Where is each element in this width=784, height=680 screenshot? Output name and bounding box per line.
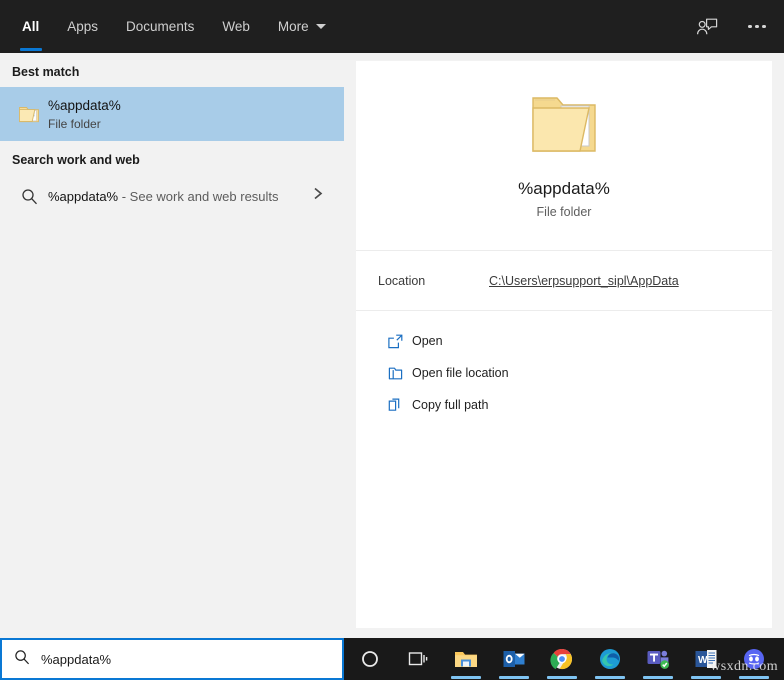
- web-result-suffix: - See work and web results: [118, 189, 278, 204]
- running-indicator: [451, 676, 481, 679]
- taskbar-outlook[interactable]: [490, 638, 538, 680]
- taskbar-teams[interactable]: [634, 638, 682, 680]
- action-open-label: Open: [412, 334, 443, 348]
- best-match-heading: Best match: [0, 53, 344, 87]
- tab-all[interactable]: All: [8, 7, 53, 45]
- svg-text:W: W: [698, 655, 708, 666]
- action-copy-full-path-label: Copy full path: [412, 398, 488, 412]
- tab-active-underline: [20, 48, 42, 51]
- running-indicator: [499, 676, 529, 679]
- result-item-title: %appdata%: [48, 97, 121, 114]
- action-open-file-location-label: Open file location: [412, 366, 509, 380]
- open-external-icon: [378, 333, 412, 350]
- search-flyout: All Apps Documents Web More: [0, 0, 784, 638]
- watermark: wsxdn.com: [710, 659, 778, 675]
- search-header: All Apps Documents Web More: [0, 0, 784, 53]
- chrome-icon: [550, 647, 574, 671]
- ellipsis-icon: [748, 25, 766, 29]
- action-open[interactable]: Open: [356, 325, 772, 357]
- search-icon: [10, 188, 48, 205]
- action-list: Open Open file location: [356, 311, 772, 421]
- search-filter-tabs: All Apps Documents Web More: [8, 0, 340, 53]
- tab-documents-label: Documents: [126, 19, 194, 34]
- running-indicator: [595, 676, 625, 679]
- running-indicator: [691, 676, 721, 679]
- person-feedback-icon: [696, 17, 718, 37]
- action-open-file-location[interactable]: Open file location: [356, 357, 772, 389]
- tab-all-label: All: [22, 19, 39, 34]
- result-item-appdata[interactable]: %appdata% File folder: [0, 87, 344, 141]
- running-indicator: [643, 676, 673, 679]
- tab-more[interactable]: More: [264, 7, 340, 45]
- web-result-query: %appdata%: [48, 189, 118, 204]
- location-label: Location: [378, 274, 489, 288]
- taskbar-cortana[interactable]: [346, 638, 394, 680]
- taskbar-edge[interactable]: [586, 638, 634, 680]
- search-icon: [14, 649, 30, 670]
- file-explorer-icon: [453, 648, 479, 670]
- location-row: Location C:\Users\erpsupport_sipl\AppDat…: [356, 251, 772, 310]
- edge-icon: [598, 647, 622, 671]
- cortana-icon: [360, 649, 380, 669]
- large-folder-icon: [356, 83, 772, 165]
- copy-icon: [378, 397, 412, 414]
- search-input-value: %appdata%: [41, 652, 111, 667]
- web-result-item[interactable]: %appdata% - See work and web results: [0, 175, 344, 217]
- tab-web[interactable]: Web: [208, 7, 264, 45]
- running-indicator: [739, 676, 769, 679]
- preview-title: %appdata%: [356, 179, 772, 199]
- open-folder-icon: [378, 365, 412, 382]
- tab-apps-label: Apps: [67, 19, 98, 34]
- header-actions: [690, 0, 774, 53]
- preview-panel: %appdata% File folder Location C:\Users\…: [356, 61, 772, 628]
- result-item-subtitle: File folder: [48, 116, 121, 132]
- taskbar-chrome[interactable]: [538, 638, 586, 680]
- preview-hero: %appdata% File folder: [356, 61, 772, 219]
- chevron-right-icon: [313, 187, 324, 206]
- taskbar-task-view[interactable]: [394, 638, 442, 680]
- teams-icon: [646, 648, 671, 671]
- location-link[interactable]: C:\Users\erpsupport_sipl\AppData: [489, 274, 679, 288]
- tab-more-label: More: [278, 19, 309, 34]
- taskbar-file-explorer[interactable]: [442, 638, 490, 680]
- outlook-icon: [502, 648, 526, 670]
- more-options-button[interactable]: [740, 10, 774, 44]
- running-indicator: [547, 676, 577, 679]
- windows-search-screen: All Apps Documents Web More: [0, 0, 784, 680]
- folder-icon: [10, 102, 48, 126]
- action-copy-full-path[interactable]: Copy full path: [356, 389, 772, 421]
- chevron-down-icon: [316, 24, 326, 29]
- search-web-heading: Search work and web: [0, 141, 344, 175]
- feedback-button[interactable]: [690, 10, 724, 44]
- taskbar-search-box[interactable]: %appdata%: [0, 638, 344, 680]
- tab-web-label: Web: [222, 19, 250, 34]
- web-result-label: %appdata% - See work and web results: [48, 189, 279, 204]
- preview-subtitle: File folder: [356, 205, 772, 219]
- result-item-text: %appdata% File folder: [48, 97, 121, 132]
- taskbar: %appdata%: [0, 638, 784, 680]
- task-view-icon: [407, 650, 429, 668]
- tab-documents[interactable]: Documents: [112, 7, 208, 45]
- tab-apps[interactable]: Apps: [53, 7, 112, 45]
- results-column: Best match %appdata% File folder Search …: [0, 53, 344, 638]
